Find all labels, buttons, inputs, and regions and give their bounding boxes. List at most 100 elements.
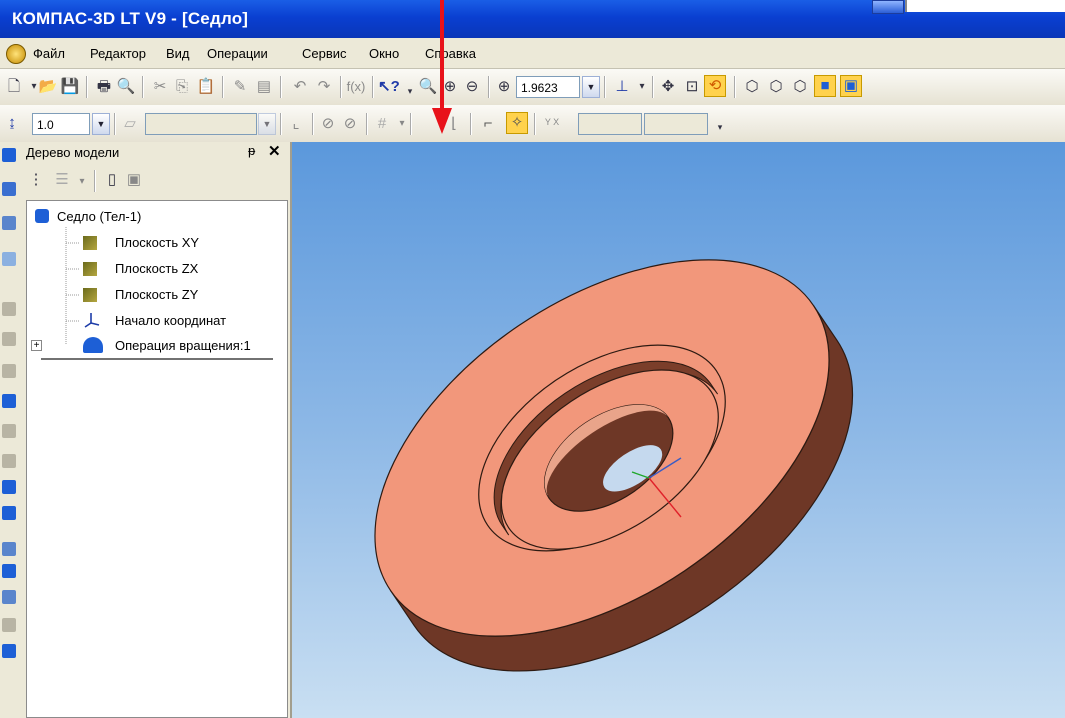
tree-item[interactable]: Плоскость XY [115, 235, 199, 250]
properties-icon[interactable]: ▤ [254, 77, 274, 97]
tree-root[interactable]: Седло (Тел-1) [57, 209, 141, 224]
pin-icon[interactable]: ᵽ [248, 143, 255, 158]
annotation-arrow [432, 0, 452, 134]
menu-file[interactable]: Файл [33, 46, 65, 61]
model-tree: Седло (Тел-1) Плоскость XY Плоскость ZX … [26, 200, 288, 718]
sketch-icon[interactable] [2, 182, 16, 196]
toolbar-separator [280, 76, 282, 98]
grid-icon[interactable]: # [372, 114, 392, 134]
dimensions-icon[interactable] [2, 252, 16, 266]
menu-service[interactable]: Сервис [302, 46, 347, 61]
tree-item[interactable]: Плоскость ZX [115, 261, 198, 276]
cursor-snap-icon[interactable]: ✧ [506, 112, 528, 134]
toolbar-options-icon[interactable]: ▾ [710, 117, 730, 137]
toolbar-separator [222, 76, 224, 98]
menu-window[interactable]: Окно [369, 46, 399, 61]
expand-toggle[interactable]: + [31, 340, 42, 351]
orientation-dropdown-icon[interactable]: ▾ [632, 77, 652, 97]
toolbar-separator [410, 113, 412, 135]
array-icon[interactable] [2, 424, 16, 438]
print-icon[interactable]: 🖶 [94, 77, 114, 97]
spec-icon[interactable] [2, 364, 16, 378]
zoom-scale-input[interactable]: 1.9623 [516, 76, 580, 98]
wireframe-icon[interactable]: ⬡ [742, 77, 762, 97]
open-folder-icon[interactable]: 📂 [38, 77, 58, 97]
model-tree-panel: Дерево модели ᵽ ✕ ⋮ ☰ ▾ ▯ ▣ Седло (Тел-1… [20, 142, 292, 718]
tree-document-icon[interactable]: ▯ [102, 170, 122, 190]
tree-order-icon[interactable]: ⋮ [26, 170, 46, 190]
plane-icon [83, 262, 97, 276]
pan-icon[interactable]: ✥ [658, 77, 678, 97]
body-icon[interactable] [2, 506, 16, 520]
menu-edit[interactable]: Редактор [90, 46, 146, 61]
local-cs-icon[interactable]: ⌞ [286, 114, 306, 134]
measure-icon[interactable] [2, 302, 16, 316]
snap-icon[interactable]: ⊘ [318, 114, 338, 134]
filter-icon[interactable] [2, 332, 16, 346]
layer-icon[interactable]: ▱ [120, 114, 140, 134]
report-icon[interactable] [2, 644, 16, 658]
auxiliary-geometry-icon[interactable] [2, 216, 16, 230]
zoom-out-icon[interactable]: ⊖ [462, 77, 482, 97]
attributes-icon[interactable] [2, 618, 16, 632]
zoom-scale-icon[interactable]: ⊕ [494, 77, 514, 97]
context-help-icon[interactable]: ↖? [378, 77, 400, 97]
tree-item[interactable]: Начало координат [115, 313, 226, 328]
toolbar-options-icon[interactable]: ▾ [400, 81, 420, 101]
layer-dropdown[interactable]: ▼ [258, 113, 276, 135]
thin-hidden-lines-icon[interactable]: ⬡ [790, 77, 810, 97]
menu-operations[interactable]: Операции [207, 46, 268, 61]
curves-icon[interactable] [2, 480, 16, 494]
model-tree-header: Дерево модели ᵽ ✕ [20, 142, 290, 162]
rotate-icon[interactable]: ⟲ [704, 75, 726, 97]
step-input[interactable]: 1.0 [32, 113, 90, 135]
layer-combo[interactable] [145, 113, 257, 135]
snap-settings-icon[interactable]: ⊘ [340, 114, 360, 134]
show-all-icon[interactable]: ⊡ [682, 77, 702, 97]
tree-item[interactable]: Операция вращения:1 [115, 338, 251, 353]
tree-structure-dropdown-icon[interactable]: ▾ [72, 172, 92, 192]
toolbar-separator [114, 113, 116, 135]
x-coordinate-field[interactable] [578, 113, 642, 135]
edit-details-icon[interactable] [2, 148, 16, 162]
surface-icon[interactable] [2, 394, 16, 408]
tree-relations-icon[interactable]: ▣ [124, 170, 144, 190]
part-icon [35, 209, 49, 223]
library-icon[interactable] [2, 590, 16, 604]
orientation-icon[interactable]: ⊥ [612, 77, 632, 97]
variables-icon[interactable]: f(x) [346, 77, 366, 97]
toolbar-separator [340, 76, 342, 98]
toolbar-separator [86, 76, 88, 98]
assembly-icon[interactable] [2, 542, 16, 556]
redo-icon[interactable]: ↷ [314, 77, 334, 97]
grid-dropdown-icon[interactable]: ▾ [392, 114, 412, 134]
new-document-icon[interactable]: 🗋 [4, 77, 24, 97]
cut-icon[interactable]: ✂ [150, 77, 170, 97]
undo-icon[interactable]: ↶ [290, 77, 310, 97]
step-dropdown[interactable]: ▼ [92, 113, 110, 135]
toolbar-separator [604, 76, 606, 98]
menu-view[interactable]: Вид [166, 46, 190, 61]
shaded-with-edges-icon[interactable]: ▣ [840, 75, 862, 97]
zoom-scale-dropdown[interactable]: ▼ [582, 76, 600, 98]
round-corner-icon[interactable]: ⌐ [478, 114, 498, 134]
model-tree-toolbar: ⋮ ☰ ▾ ▯ ▣ [20, 164, 290, 198]
y-coordinate-field[interactable] [644, 113, 708, 135]
format-brush-icon[interactable]: ✎ [230, 77, 250, 97]
title-bar: КОМПАС-3D LT V9 - [Седло] [0, 0, 1065, 38]
tree-structure-icon[interactable]: ☰ [52, 170, 72, 190]
print-preview-icon[interactable]: 🔍 [116, 77, 136, 97]
save-icon[interactable]: 💾 [60, 77, 80, 97]
close-icon[interactable]: ✕ [268, 142, 281, 160]
tree-item[interactable]: Плоскость ZY [115, 287, 198, 302]
paste-icon[interactable]: 📋 [196, 77, 216, 97]
3d-viewport[interactable] [292, 142, 1065, 718]
sheet-metal-icon[interactable] [2, 454, 16, 468]
copy-icon[interactable]: ⎘ [172, 77, 192, 97]
app-logo-icon[interactable] [6, 44, 26, 64]
toolbar-separator [142, 76, 144, 98]
mate-icon[interactable] [2, 564, 16, 578]
shaded-icon[interactable]: ■ [814, 75, 836, 97]
toolbar-separator [734, 76, 736, 98]
hidden-lines-icon[interactable]: ⬡ [766, 77, 786, 97]
